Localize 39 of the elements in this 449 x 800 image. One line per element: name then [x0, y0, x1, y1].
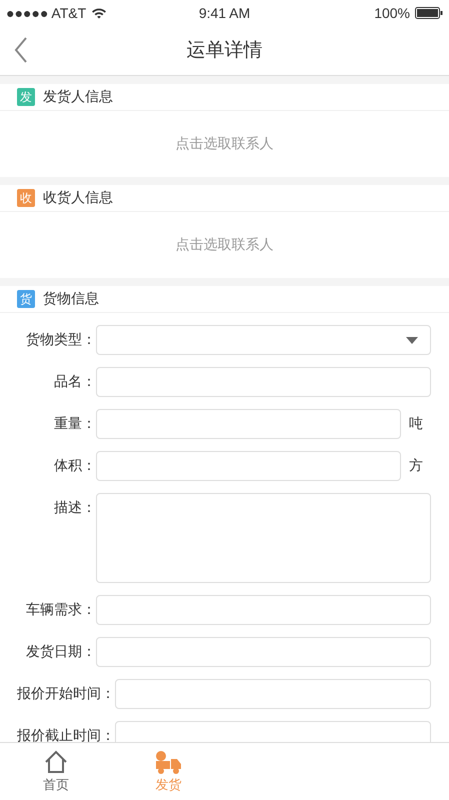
- section-badge: 收: [17, 189, 35, 207]
- field-label: 发货日期：: [25, 643, 96, 661]
- back-button[interactable]: [14, 37, 28, 63]
- field-label: 描述：: [53, 499, 96, 517]
- page-title: 运单详情: [186, 38, 262, 63]
- carrier-text: ●●●●● AT&T: [6, 4, 86, 20]
- input-field[interactable]: [96, 637, 431, 667]
- tab-item[interactable]: 首页: [0, 743, 112, 800]
- field-label: 报价截止时间：: [17, 727, 115, 742]
- input-field[interactable]: [115, 721, 431, 742]
- battery-icon: [415, 6, 443, 18]
- section-badge: 发: [17, 88, 35, 106]
- unit-label: 方: [409, 457, 424, 475]
- field-label: 重量：: [53, 415, 96, 433]
- section-title: 发货人信息: [43, 88, 113, 106]
- field-label: 报价开始时间：: [17, 685, 115, 703]
- back-icon: [14, 37, 28, 63]
- wifi-icon: [91, 6, 108, 18]
- field-label: 车辆需求：: [25, 601, 96, 619]
- battery-percent: 100%: [374, 4, 410, 20]
- section-title: 货物信息: [43, 290, 99, 308]
- input-field[interactable]: [115, 679, 431, 709]
- field-label: 货物类型：: [25, 331, 96, 349]
- input-field[interactable]: [96, 409, 401, 439]
- section-badge: 货: [17, 290, 35, 308]
- status-time: 9:41 AM: [198, 4, 252, 20]
- input-field[interactable]: [96, 451, 401, 481]
- dropdown-caret-icon: [406, 336, 418, 344]
- tab-item[interactable]: 发货: [112, 743, 224, 800]
- description-field[interactable]: [96, 493, 431, 583]
- input-field[interactable]: [96, 367, 431, 397]
- section-title: 收货人信息: [43, 189, 113, 207]
- dropdown-field[interactable]: [96, 325, 431, 355]
- home-icon: [44, 750, 68, 774]
- field-label: 品名：: [53, 373, 96, 391]
- unit-label: 吨: [409, 415, 424, 433]
- input-field[interactable]: [96, 595, 431, 625]
- field-label: 体积：: [53, 457, 96, 475]
- truck-icon: [154, 750, 182, 774]
